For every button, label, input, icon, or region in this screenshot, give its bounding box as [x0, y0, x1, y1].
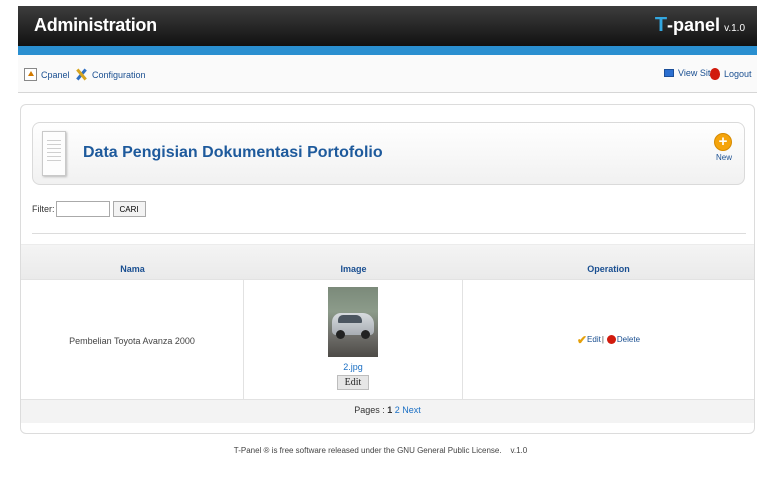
- data-table: Nama Image Operation Pembelian Toyota Av…: [21, 244, 754, 423]
- brand-version: v.1.0: [724, 23, 745, 34]
- content-panel: Data Pengisian Dokumentasi Portofolio + …: [20, 104, 755, 434]
- view-site-link[interactable]: View Site: [664, 68, 715, 78]
- app-title: Administration: [34, 15, 157, 35]
- delete-link[interactable]: Delete: [617, 335, 640, 344]
- image-thumbnail[interactable]: [328, 287, 378, 357]
- page-header: Data Pengisian Dokumentasi Portofolio + …: [32, 122, 745, 185]
- brand-logo: T-panel v.1.0: [655, 14, 745, 37]
- page-link-2[interactable]: 2: [395, 405, 400, 415]
- top-header: Administration T-panel v.1.0: [18, 6, 757, 46]
- cell-nama: Pembelian Toyota Avanza 2000: [21, 280, 244, 399]
- delete-icon: [606, 335, 616, 344]
- document-icon: [42, 131, 66, 176]
- accent-bar: [18, 46, 757, 55]
- pagination: Pages : 1 2 Next: [21, 399, 754, 423]
- cell-image: 2.jpg Edit: [244, 280, 463, 399]
- table-row: Pembelian Toyota Avanza 2000 2.jpg Edit …: [21, 279, 754, 399]
- page-title: Data Pengisian Dokumentasi Portofolio: [83, 144, 383, 161]
- brand-logo-t: T: [654, 14, 668, 36]
- brand-logo-text: -panel: [667, 15, 721, 35]
- column-header-operation: Operation: [587, 264, 630, 274]
- filter-bar: Filter: CARI: [32, 201, 146, 217]
- new-label: New: [715, 153, 732, 162]
- configuration-link[interactable]: Configuration: [75, 68, 146, 81]
- toolbar: Cpanel Configuration View Site Logout: [18, 55, 757, 93]
- footer: T-Panel ® is free software released unde…: [0, 446, 761, 455]
- current-page: 1: [387, 405, 393, 415]
- tools-icon: [75, 68, 88, 81]
- configuration-label: Configuration: [92, 69, 146, 80]
- new-button[interactable]: + New: [714, 133, 734, 162]
- check-icon: ✔: [576, 333, 588, 347]
- logout-link[interactable]: Logout: [710, 68, 752, 80]
- column-header-image: Image: [340, 264, 367, 274]
- plus-icon: +: [714, 133, 732, 151]
- edit-image-button[interactable]: Edit: [336, 375, 370, 390]
- filter-label: Filter:: [32, 204, 55, 214]
- edit-link[interactable]: Edit: [587, 335, 601, 344]
- home-icon: [24, 68, 37, 81]
- monitor-icon: [664, 69, 674, 77]
- table-header: Nama Image Operation: [21, 244, 754, 279]
- search-button[interactable]: CARI: [112, 201, 146, 217]
- divider: [32, 233, 746, 234]
- logout-label: Logout: [724, 69, 752, 79]
- power-icon: [710, 68, 720, 80]
- next-link[interactable]: Next: [402, 405, 421, 415]
- footer-text: T-Panel ® is free software released unde…: [233, 446, 502, 455]
- cell-operation: ✔ Edit | Delete: [463, 280, 754, 399]
- pages-label: Pages :: [354, 405, 385, 415]
- column-header-nama: Nama: [120, 264, 145, 274]
- cpanel-label: Cpanel: [41, 69, 70, 80]
- filter-input[interactable]: [55, 201, 110, 217]
- cpanel-link[interactable]: Cpanel: [24, 68, 70, 81]
- footer-version: v.1.0: [510, 446, 528, 455]
- operation-separator: |: [601, 335, 604, 344]
- image-filename-link[interactable]: 2.jpg: [244, 362, 462, 372]
